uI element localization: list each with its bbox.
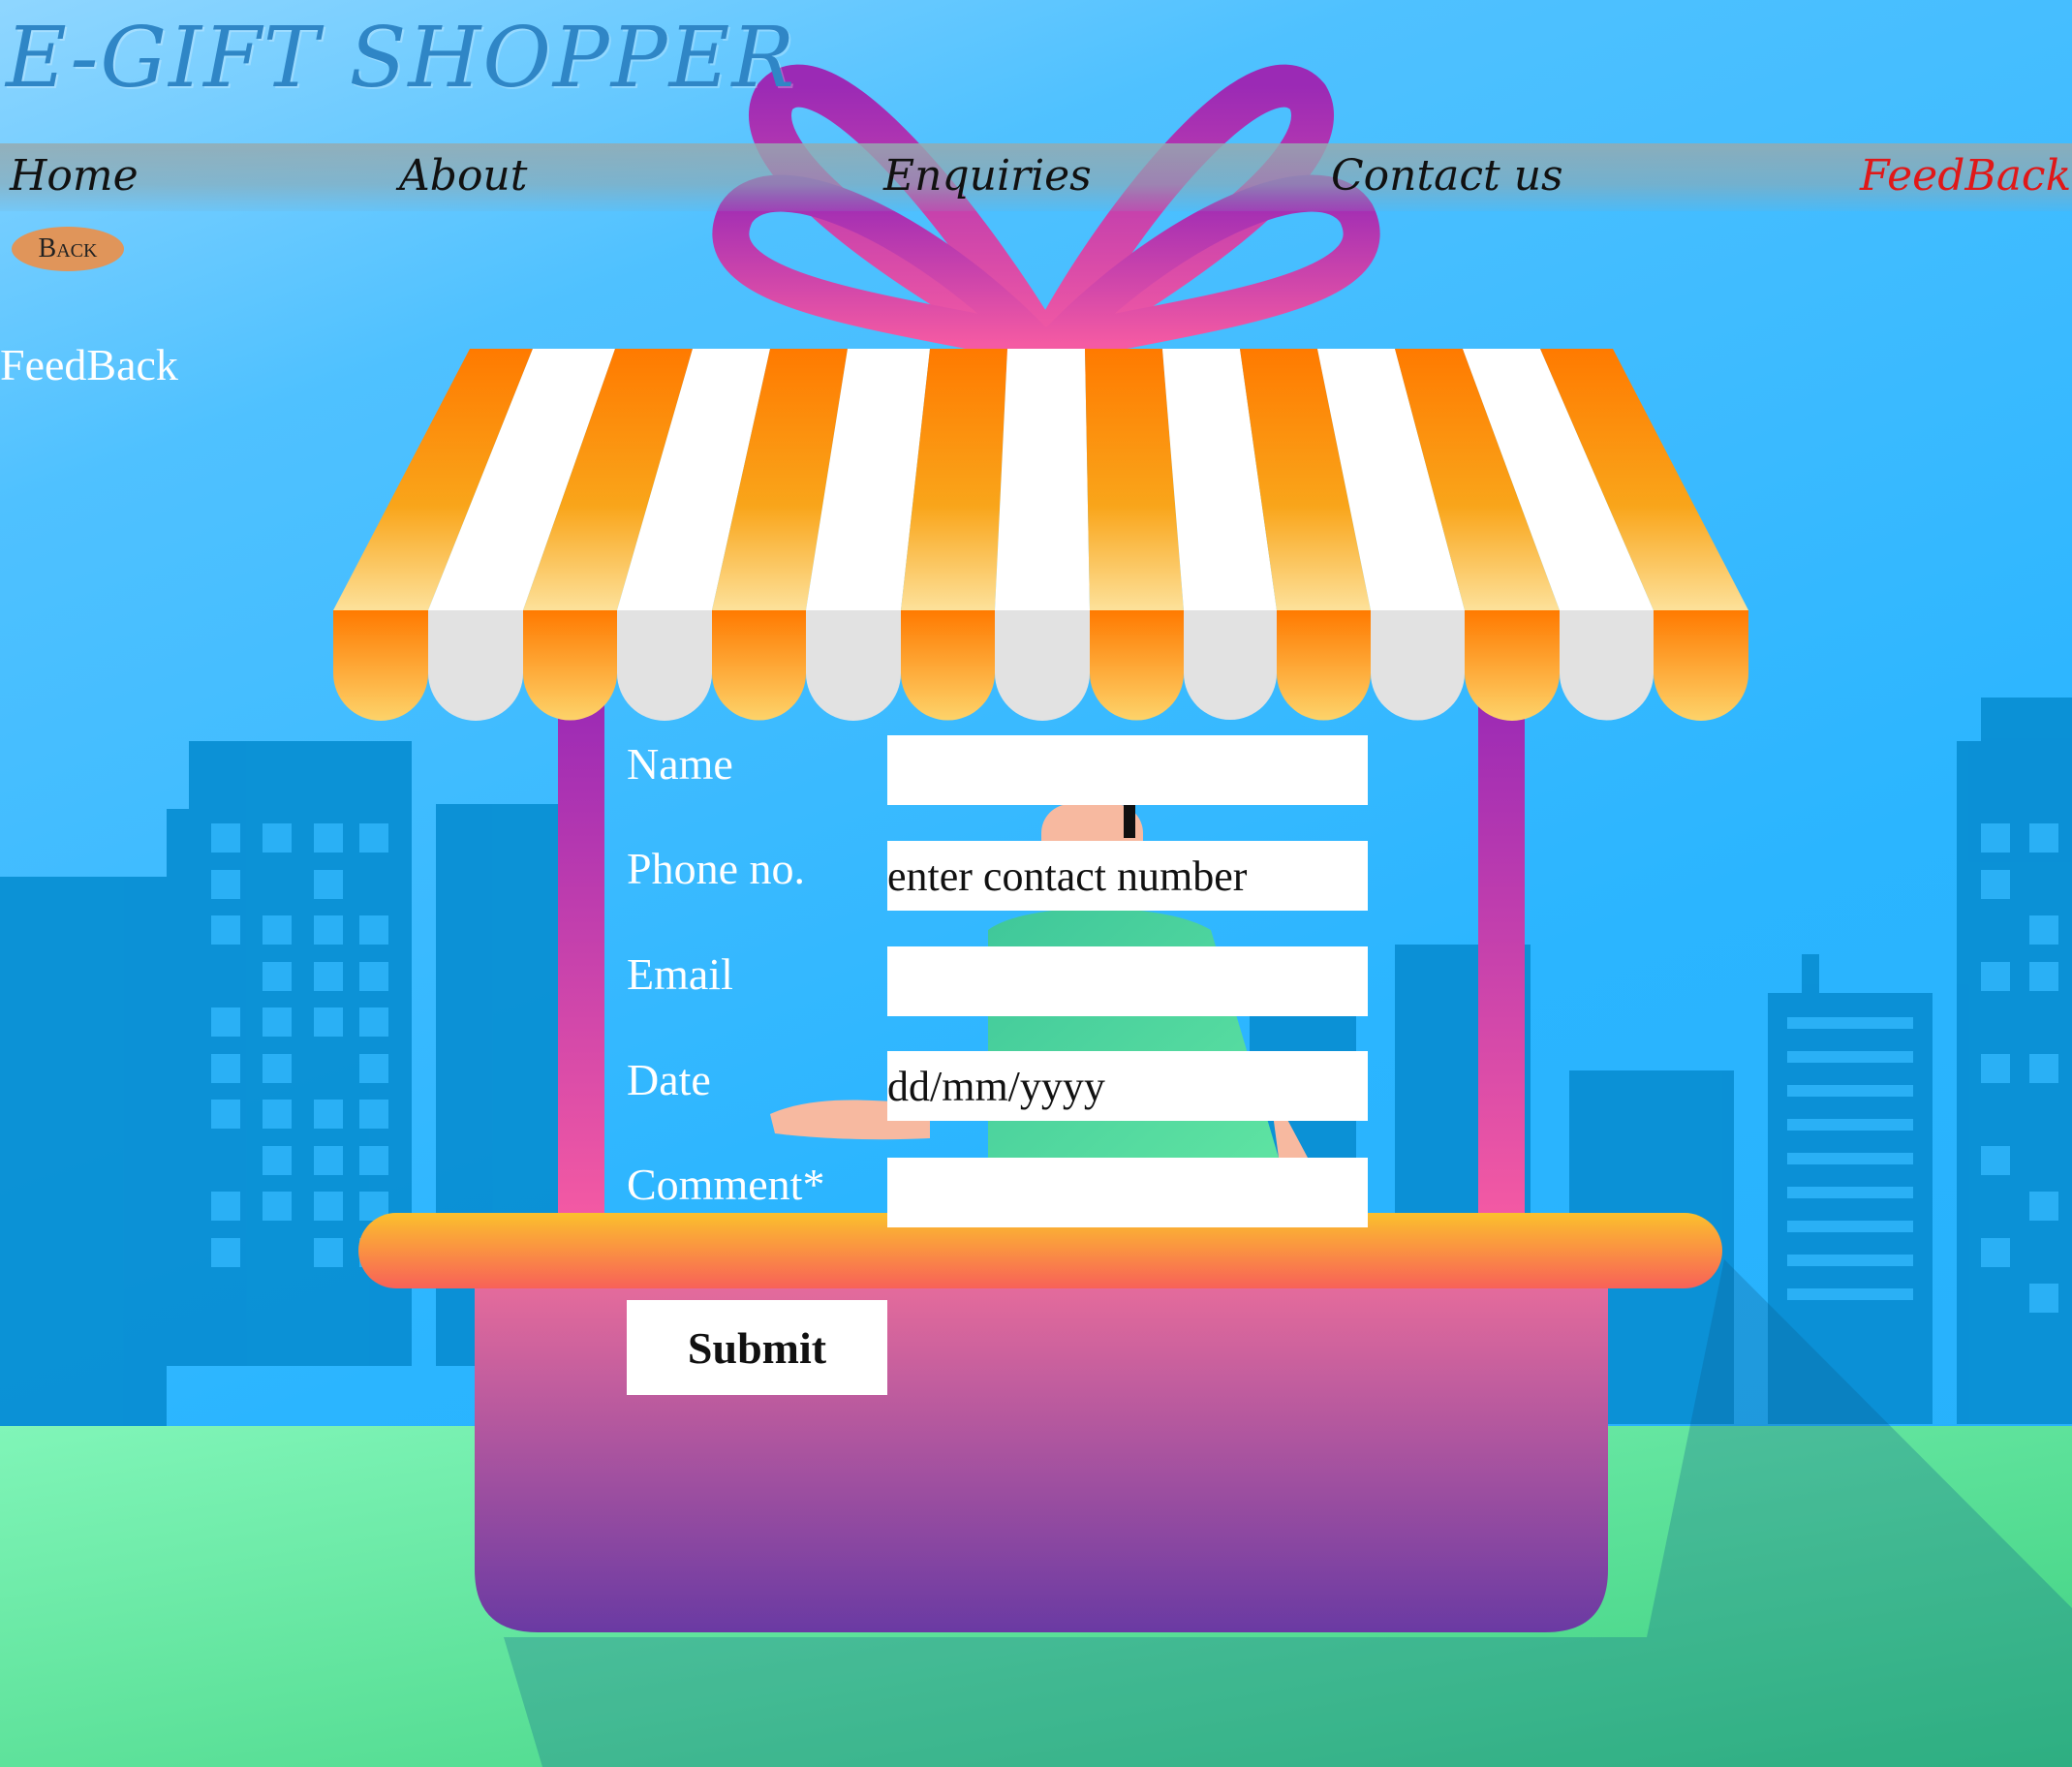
page-title: FeedBack	[0, 340, 178, 389]
phone-input[interactable]	[887, 841, 1368, 911]
site-logo: E-GIFT SHOPPER	[6, 10, 797, 107]
email-input[interactable]	[887, 946, 1368, 1016]
nav-contact-link[interactable]: Contact us	[1331, 151, 1563, 201]
comment-label: Comment*	[627, 1160, 825, 1209]
name-input[interactable]	[887, 735, 1368, 805]
back-button[interactable]: Back	[12, 227, 124, 271]
main-nav: Home About Enquiries Contact us FeedBack	[0, 143, 2072, 211]
comment-input[interactable]	[887, 1158, 1368, 1227]
date-label: Date	[627, 1055, 711, 1104]
email-label: Email	[627, 949, 733, 999]
nav-home-link[interactable]: Home	[10, 151, 139, 201]
submit-button[interactable]: Submit	[627, 1300, 887, 1395]
nav-enquiries-link[interactable]: Enquiries	[883, 151, 1092, 201]
date-input[interactable]	[887, 1051, 1368, 1121]
phone-label: Phone no.	[627, 844, 805, 893]
name-label: Name	[627, 739, 733, 789]
nav-feedback-link[interactable]: FeedBack	[1860, 151, 2071, 201]
nav-about-link[interactable]: About	[399, 151, 527, 201]
